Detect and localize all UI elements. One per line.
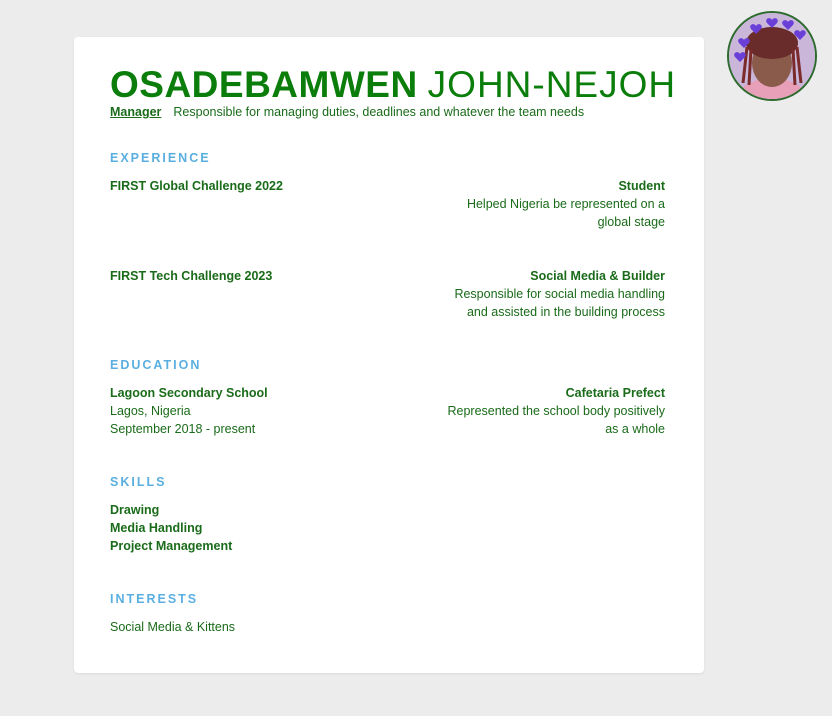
- school-dates: September 2018 - present: [110, 422, 256, 436]
- education-entry-right: Cafetaria Prefect Represented the school…: [405, 384, 666, 438]
- experience-detail-line: Helped Nigeria be represented on a: [466, 197, 665, 211]
- school-name: Lagoon Secondary School: [110, 386, 268, 400]
- experience-heading: EXPERIENCE: [110, 151, 211, 165]
- education-heading: EDUCATION: [110, 358, 202, 372]
- skills-heading: SKILLS: [110, 475, 167, 489]
- avatar: [727, 11, 817, 101]
- education-detail-line: Represented the school body positively: [447, 404, 666, 418]
- experience-entry-right: Student Helped Nigeria be represented on…: [405, 177, 665, 231]
- experience-detail-line: and assisted in the building process: [466, 305, 665, 319]
- education-entry-left: Lagoon Secondary School Lagos, Nigeria S…: [110, 384, 268, 438]
- experience-detail-line: global stage: [597, 215, 665, 229]
- skill-item: Project Management: [110, 539, 233, 553]
- full-name: OSADEBAMWEN JOHN-NEJOH: [110, 63, 676, 107]
- experience-position: Student: [618, 179, 665, 193]
- experience-details: Responsible for social media handling an…: [405, 285, 665, 321]
- interests-heading: INTERESTS: [110, 592, 199, 606]
- experience-details: Helped Nigeria be represented on a globa…: [405, 195, 665, 231]
- experience-position: Social Media & Builder: [530, 269, 665, 283]
- skill-item: Media Handling: [110, 521, 203, 535]
- experience-detail-line: Responsible for social media handling: [454, 287, 665, 301]
- skills-list: Drawing Media Handling Project Managemen…: [110, 501, 232, 555]
- experience-org: FIRST Global Challenge 2022: [110, 179, 283, 193]
- role-title: Manager: [110, 105, 162, 119]
- role-description: Responsible for managing duties, deadlin…: [173, 105, 585, 119]
- last-name: JOHN-NEJOH: [427, 64, 677, 105]
- first-name: OSADEBAMWEN: [110, 64, 418, 105]
- school-location: Lagos, Nigeria: [110, 404, 191, 418]
- interests-text: Social Media & Kittens: [110, 620, 236, 634]
- experience-entry-right: Social Media & Builder Responsible for s…: [405, 267, 665, 321]
- resume-card: OSADEBAMWEN JOHN-NEJOH Manager Responsible…: [74, 37, 704, 673]
- skill-item: Drawing: [110, 503, 160, 517]
- education-position: Cafetaria Prefect: [565, 386, 665, 400]
- tagline: Manager Responsible for managing duties, …: [110, 104, 584, 120]
- experience-org: FIRST Tech Challenge 2023: [110, 269, 273, 283]
- profile-photo-with-hearts-icon: [729, 13, 815, 99]
- education-detail-line: as a whole: [605, 422, 665, 436]
